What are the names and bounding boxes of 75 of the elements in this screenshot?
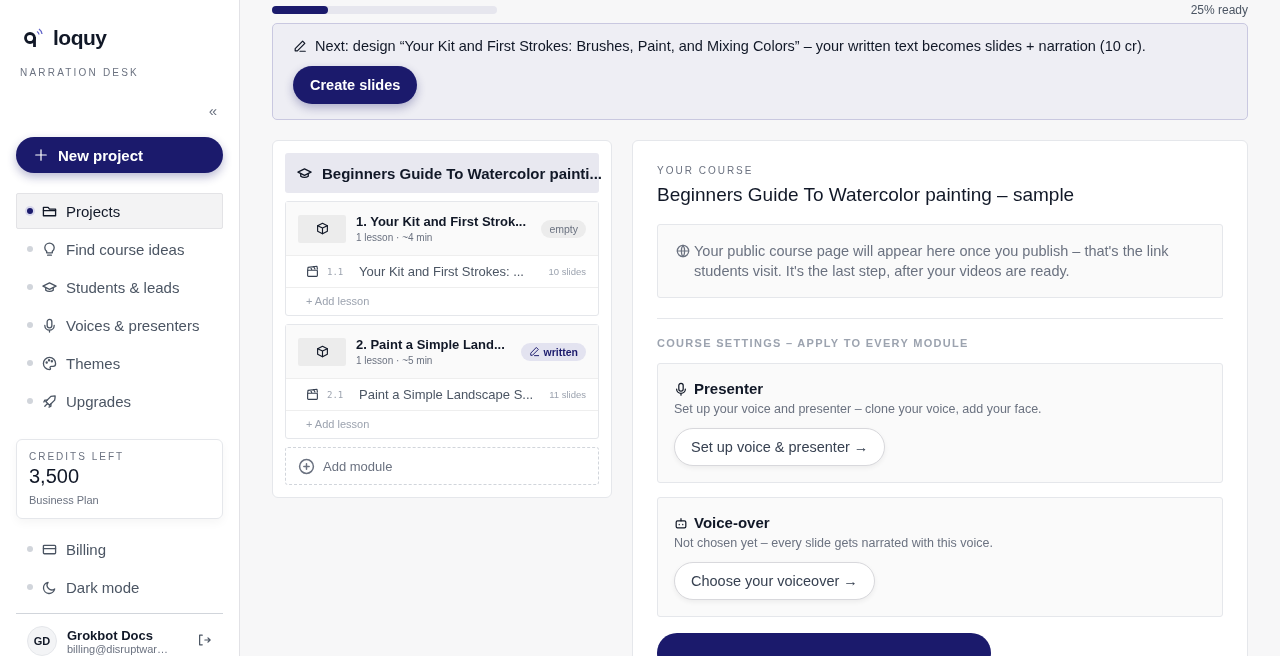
create-slides-button[interactable]: Create slides [293,66,418,104]
lesson-row[interactable]: 1.1 Your Kit and First Strokes: ... 10 slides [286,256,598,288]
globe-icon [676,244,690,258]
module-title[interactable]: 2. Paint a Simple Land... [356,337,511,352]
next-step-text: Next: design “Your Kit and First Strokes: Brushes, Paint, and Mixing Colors” – your written text becomes slides + narration (10 cr). [315,38,1146,54]
nav-dot [27,284,33,290]
course-title-item[interactable]: Beginners Guide To Watercolor painti... [285,153,599,193]
microphone-icon [674,381,688,396]
credits-label: CREDITS LEFT [29,451,126,462]
nav-dot [27,546,33,552]
graduation-cap-icon [42,279,57,295]
slide-count: 10 slides [548,266,586,277]
microphone-icon [42,317,57,333]
info-text: Your public course page will appear here once you publish – that's the link students visit. It's the last step, after your videos are ready. [694,242,1170,281]
add-module-button[interactable]: Add module [285,447,599,485]
nav-dot [27,246,33,252]
logout-icon [197,632,211,647]
nav-dot [27,322,33,328]
progress-label: 25% ready [1190,3,1248,17]
brand-subtitle: NARRATION DESK [20,67,140,78]
logo-icon [23,27,45,49]
plus-icon [34,148,48,162]
nav-item[interactable]: Find course ideas [16,231,223,267]
status-badge: written [520,342,586,361]
lesson-title: Paint a Simple Landscape S... [359,387,535,402]
nav-dot [27,584,33,590]
collapse-button[interactable]: « [204,102,221,119]
clapperboard-icon [306,388,319,401]
cube-icon [315,222,329,235]
nav-dot [27,208,33,214]
nav-item[interactable]: Billing [16,531,223,567]
lesson-number: 2.1 [327,389,345,400]
setting-description: Set up your voice and presenter – clone your voice, add your face. [674,402,1043,416]
setting-button[interactable]: Set up voice & presenter → [674,428,886,466]
setting-title: Presenter [694,380,764,397]
credits-value: 3,500 [29,465,81,488]
setting-button[interactable]: Choose your voiceover → [674,562,875,600]
lesson-number: 1.1 [327,266,345,277]
nav-item[interactable]: Voices & presenters [16,307,223,343]
nav-item[interactable]: Students & leads [16,269,223,305]
moon-icon [42,579,57,595]
user-avatar: GD [27,626,57,656]
lesson-row[interactable]: 2.1 Paint a Simple Landscape S... 11 slides [286,379,598,411]
nav-item[interactable]: Projects [16,193,223,229]
user-name: Grokbot Docs [67,627,154,643]
status-badge: empty [541,219,586,238]
pencil-icon [528,346,540,357]
palette-icon [42,355,57,371]
lightbulb-icon [42,241,57,257]
module-title[interactable]: 1. Your Kit and First Strok... [356,214,532,229]
plan-name: Business Plan [29,494,100,506]
lesson-title: Your Kit and First Strokes: ... [359,264,525,279]
setting-title: Voice-over [694,514,770,531]
course-title: Beginners Guide To Watercolor painting – sample [657,184,1076,206]
setting-description: Not chosen yet – every slide gets narrated with this voice. [674,536,994,550]
graduation-cap-icon [297,165,312,181]
clapperboard-icon [306,265,319,278]
new-project-button[interactable]: New project [16,137,223,173]
nav-item[interactable]: Themes [16,345,223,381]
user-email: billing@disruptwar… [67,642,169,655]
brand-name: loquy [53,26,107,50]
module-meta: 1 lesson · ~5 min [356,355,434,366]
module-meta: 1 lesson · ~4 min [356,232,434,243]
section-label: YOUR COURSE [657,165,755,176]
nav-dot [27,398,33,404]
section-heading: COURSE SETTINGS – APPLY TO EVERY MODULE [657,337,970,349]
robot-icon [674,515,688,530]
pencil-icon [293,39,307,53]
nav-dot [27,360,33,366]
cube-icon [315,345,329,358]
plus-circle-icon [298,457,315,475]
rocket-icon [42,393,57,409]
nav-item[interactable]: Upgrades [16,383,223,419]
nav-item[interactable]: Dark mode [16,569,223,605]
slide-count: 11 slides [549,389,586,400]
